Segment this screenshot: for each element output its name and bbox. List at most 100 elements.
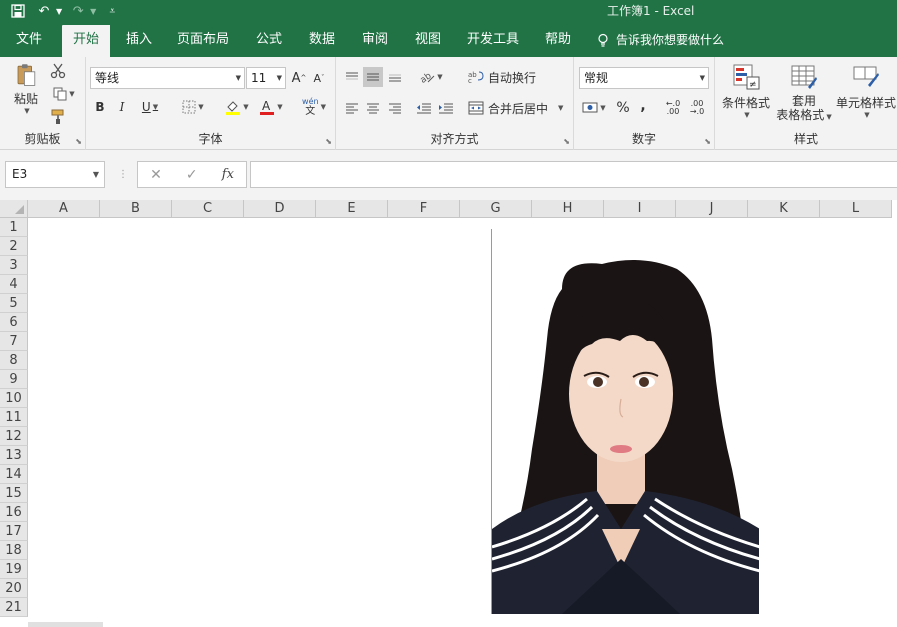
row-header-5[interactable]: 5 — [0, 294, 28, 313]
tab-review[interactable]: 审阅 — [356, 25, 394, 57]
format-painter-icon[interactable] — [48, 107, 68, 127]
name-box-dropdown-icon[interactable]: ▼ — [93, 162, 99, 187]
row-header-14[interactable]: 14 — [0, 465, 28, 484]
row-header-6[interactable]: 6 — [0, 313, 28, 332]
fill-color-button[interactable]: ▼ — [222, 97, 252, 117]
column-header-b[interactable]: B — [100, 200, 172, 218]
align-left-icon[interactable] — [342, 98, 362, 118]
column-header-e[interactable]: E — [316, 200, 388, 218]
formula-input[interactable] — [250, 161, 897, 188]
tab-help[interactable]: 帮助 — [539, 25, 577, 57]
row-header-17[interactable]: 17 — [0, 522, 28, 541]
name-box[interactable]: E3 ▼ — [5, 161, 105, 188]
column-header-f[interactable]: F — [388, 200, 460, 218]
paste-dropdown-icon[interactable]: ▼ — [24, 107, 29, 115]
row-header-4[interactable]: 4 — [0, 275, 28, 294]
column-header-k[interactable]: K — [748, 200, 820, 218]
save-icon[interactable] — [8, 2, 28, 20]
tab-developer[interactable]: 开发工具 — [462, 25, 524, 57]
row-header-10[interactable]: 10 — [0, 389, 28, 408]
conditional-dropdown-icon[interactable]: ▼ — [744, 111, 749, 119]
accounting-dropdown-icon[interactable]: ▼ — [600, 104, 605, 112]
font-name-dropdown-icon[interactable]: ▼ — [236, 68, 241, 88]
tab-page-layout[interactable]: 页面布局 — [172, 25, 234, 57]
row-header-3[interactable]: 3 — [0, 256, 28, 275]
orientation-button[interactable]: ab ▼ — [416, 67, 446, 87]
row-header-16[interactable]: 16 — [0, 503, 28, 522]
column-header-i[interactable]: I — [604, 200, 676, 218]
format-as-table-button[interactable]: 套用 表格格式 ▼ — [773, 63, 835, 127]
tab-home[interactable]: 开始 — [62, 25, 110, 57]
align-center-icon[interactable] — [363, 98, 383, 118]
column-header-a[interactable]: A — [28, 200, 100, 218]
number-format-dropdown-icon[interactable]: ▼ — [700, 68, 705, 88]
enter-icon[interactable]: ✓ — [186, 167, 198, 183]
decrease-font-icon[interactable]: Aˇ — [311, 68, 327, 88]
row-header-19[interactable]: 19 — [0, 560, 28, 579]
comma-style-icon[interactable]: , — [636, 96, 650, 116]
tab-formulas[interactable]: 公式 — [250, 25, 288, 57]
clipboard-launcher-icon[interactable]: ⬊ — [75, 137, 82, 146]
column-header-h[interactable]: H — [532, 200, 604, 218]
row-header-9[interactable]: 9 — [0, 370, 28, 389]
cell-styles-button[interactable]: 单元格样式 ▼ — [835, 63, 897, 127]
row-header-15[interactable]: 15 — [0, 484, 28, 503]
tab-insert[interactable]: 插入 — [120, 25, 158, 57]
font-launcher-icon[interactable]: ⬊ — [325, 137, 332, 146]
percent-icon[interactable]: % — [614, 98, 632, 118]
phonetic-button[interactable]: wén 文 ▼ — [296, 95, 332, 119]
orientation-dropdown-icon[interactable]: ▼ — [437, 73, 442, 81]
increase-font-icon[interactable]: A ^ — [291, 68, 307, 88]
font-size-dropdown-icon[interactable]: ▼ — [277, 68, 282, 88]
wrap-text-button[interactable]: ab c 自动换行 — [468, 67, 542, 87]
row-header-8[interactable]: 8 — [0, 351, 28, 370]
row-header-2[interactable]: 2 — [0, 237, 28, 256]
customize-qat-icon[interactable]: ⩡ — [102, 2, 122, 20]
tab-file[interactable]: 文件 — [10, 25, 48, 57]
worksheet-grid[interactable] — [28, 218, 897, 627]
row-header-18[interactable]: 18 — [0, 541, 28, 560]
align-right-icon[interactable] — [385, 98, 405, 118]
borders-button[interactable]: ▼ — [178, 97, 208, 117]
font-color-button[interactable]: A ▼ — [256, 97, 286, 117]
portrait-photo[interactable] — [491, 229, 759, 614]
format-as-table-dropdown-icon[interactable]: ▼ — [826, 113, 831, 121]
row-header-20[interactable]: 20 — [0, 579, 28, 598]
fill-color-dropdown-icon[interactable]: ▼ — [243, 103, 248, 111]
row-header-11[interactable]: 11 — [0, 408, 28, 427]
number-format-combo[interactable]: 常规 ▼ — [579, 67, 709, 89]
column-header-g[interactable]: G — [460, 200, 532, 218]
conditional-formatting-button[interactable]: ≠ 条件格式 ▼ — [718, 63, 774, 127]
redo-icon[interactable]: ↷ — [68, 2, 88, 20]
row-header-13[interactable]: 13 — [0, 446, 28, 465]
tab-view[interactable]: 视图 — [409, 25, 447, 57]
column-header-l[interactable]: L — [820, 200, 892, 218]
cell-styles-dropdown-icon[interactable]: ▼ — [864, 111, 869, 119]
cut-icon[interactable] — [48, 61, 68, 81]
increase-decimal-icon[interactable]: ←.0.00 — [662, 98, 684, 118]
copy-button[interactable]: ▼ — [48, 84, 80, 104]
italic-icon[interactable]: I — [114, 97, 130, 117]
row-header-21[interactable]: 21 — [0, 598, 28, 617]
row-header-1[interactable]: 1 — [0, 218, 28, 237]
font-color-dropdown-icon[interactable]: ▼ — [277, 103, 282, 111]
underline-button[interactable]: U ▼ — [136, 97, 164, 117]
row-header-12[interactable]: 12 — [0, 427, 28, 446]
decrease-indent-icon[interactable] — [414, 98, 434, 118]
paste-button[interactable]: 粘贴 ▼ — [8, 63, 44, 115]
insert-function-icon[interactable]: fx — [222, 167, 234, 182]
font-size-combo[interactable]: 11 ▼ — [246, 67, 286, 89]
alignment-launcher-icon[interactable]: ⬊ — [563, 137, 570, 146]
phonetic-dropdown-icon[interactable]: ▼ — [321, 103, 326, 111]
bold-icon[interactable]: B — [92, 97, 108, 117]
accounting-format-button[interactable]: ▼ — [579, 98, 609, 118]
column-header-c[interactable]: C — [172, 200, 244, 218]
undo-dropdown-icon[interactable]: ▼ — [56, 7, 62, 16]
row-header-7[interactable]: 7 — [0, 332, 28, 351]
formula-bar-grip-icon[interactable]: ⋮ — [118, 169, 128, 180]
align-top-icon[interactable] — [342, 67, 362, 87]
decrease-decimal-icon[interactable]: .00 →.0 — [686, 98, 708, 118]
merge-center-button[interactable]: 合并后居中 ▼ — [468, 98, 568, 118]
redo-dropdown-icon[interactable]: ▼ — [90, 7, 96, 16]
cancel-icon[interactable]: ✕ — [150, 167, 162, 183]
